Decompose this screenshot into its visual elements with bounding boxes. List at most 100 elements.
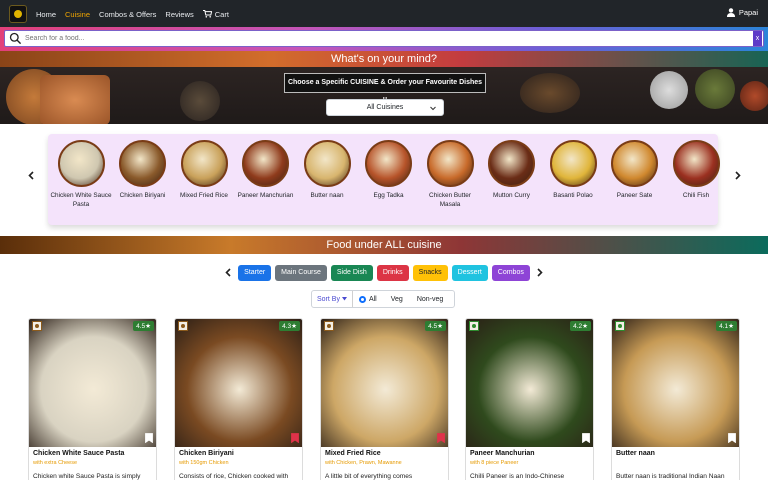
dish-item[interactable]: Paneer Sate <box>604 140 666 201</box>
cuisine-select[interactable]: All Cuisines <box>326 99 444 116</box>
card-subtitle: with 8 piece Paneer <box>470 460 519 466</box>
brand-logo[interactable] <box>9 5 27 23</box>
chevron-right-icon <box>734 170 741 180</box>
user-menu[interactable]: Papai <box>726 8 758 17</box>
hero-food-image <box>740 81 768 111</box>
nav-links: Home Cuisine Combos & Offers Reviews Car… <box>36 10 229 19</box>
chevron-down-icon <box>430 106 436 111</box>
card-description: Chicken white Sauce Pasta is simply <box>33 472 155 480</box>
food-photo <box>175 319 302 447</box>
navbar: Home Cuisine Combos & Offers Reviews Car… <box>0 0 768 28</box>
hero-section: What's on your mind? Choose a Specific C… <box>0 51 768 124</box>
card-description-text: Consists of rice, Chicken cooked with <box>179 473 289 480</box>
food-card[interactable]: 4.1★ Butter naan Butter naan is traditiona… <box>611 318 740 480</box>
category-button-drinks[interactable]: Drinks <box>376 264 409 281</box>
dish-item[interactable]: Chicken Butter Masala <box>419 140 481 210</box>
cart-label: Cart <box>214 9 229 19</box>
category-button-main-course[interactable]: Main Course <box>275 264 327 281</box>
dish-item[interactable]: Butter naan <box>296 140 358 201</box>
hero-heading: What's on your mind? <box>0 51 768 67</box>
carousel-prev-button[interactable] <box>24 168 38 182</box>
filter-nonveg-label: Non-veg <box>416 295 444 303</box>
filter-all[interactable]: All <box>358 295 377 303</box>
cart-icon <box>202 10 212 18</box>
search-icon <box>9 32 22 45</box>
category-button-starter[interactable]: Starter <box>238 264 272 281</box>
nav-cart[interactable]: Cart <box>202 9 229 19</box>
bookmark-icon[interactable] <box>728 433 736 443</box>
clear-search-button[interactable]: x <box>753 31 762 46</box>
card-description: Consists of rice, Chicken cooked with <box>179 472 301 480</box>
bookmark-icon[interactable] <box>145 433 153 443</box>
search-box: x <box>4 30 764 47</box>
card-subtitle: with 150gm Chicken <box>179 460 229 466</box>
hero-food-image <box>695 69 735 109</box>
dish-label: Butter naan <box>310 192 344 199</box>
food-photo <box>321 319 448 447</box>
category-buttons: Starter Main Course Side Dish Drinks Snacks D… <box>238 264 530 281</box>
dish-image <box>672 140 720 187</box>
filter-veg[interactable]: Veg <box>391 296 403 303</box>
card-description: Butter naan is traditional Indian Naan b… <box>616 472 738 480</box>
rating-value: 4.5 <box>136 323 146 330</box>
sort-by-label: Sort By <box>317 295 340 303</box>
veg-indicator-icon <box>615 321 625 331</box>
radio-dot <box>358 295 366 303</box>
dish-image <box>242 140 289 187</box>
chevron-left-icon <box>225 268 231 277</box>
filter-all-label: All <box>368 295 377 303</box>
category-button-side-dish[interactable]: Side Dish <box>330 264 373 281</box>
category-next-button[interactable] <box>533 265 547 281</box>
nav-home[interactable]: Home <box>36 10 56 19</box>
bookmark-icon[interactable] <box>582 433 590 443</box>
bookmark-icon[interactable] <box>437 433 445 443</box>
nav-reviews[interactable]: Reviews <box>165 10 193 19</box>
dish-item[interactable]: Chili Fish <box>665 140 727 201</box>
search-input[interactable] <box>25 35 753 42</box>
card-title: Chicken Biriyani <box>179 450 234 457</box>
dish-label: Egg Tadka <box>373 192 404 199</box>
dish-image <box>180 140 228 187</box>
food-card[interactable]: 4.5★ Mixed Fried Rice with Chicken, Prawn,… <box>320 318 449 480</box>
dish-item[interactable]: Chicken White Sauce Pasta <box>50 140 112 210</box>
filter-nonveg[interactable]: Non-veg <box>417 296 443 303</box>
dish-label: Chicken Biriyani <box>119 192 166 199</box>
dish-label: Mixed Fried Rice <box>180 192 228 199</box>
card-subtitle: with extra Cheese <box>33 460 78 466</box>
dish-item[interactable]: Paneer Manchurian <box>235 140 297 201</box>
card-title: Chicken White Sauce Pasta <box>33 450 125 457</box>
dish-label: Basanti Polao <box>553 192 593 199</box>
dish-image <box>488 140 535 187</box>
bookmark-icon[interactable] <box>291 433 299 443</box>
user-name: Papai <box>738 8 758 17</box>
hero-food-image <box>180 81 220 121</box>
rating-value: 4.3 <box>282 323 292 330</box>
food-card[interactable]: 4.3★ Chicken Biriyani with 150gm Chicken Co… <box>174 318 303 480</box>
food-photo <box>612 319 739 447</box>
hero-food-image <box>40 75 110 124</box>
sort-by-button[interactable]: Sort By <box>312 291 353 307</box>
card-description-text: Chilli Paneer is an Indo-Chinese <box>470 473 565 480</box>
food-card[interactable]: 4.5★ Chicken White Sauce Pasta with extra … <box>28 318 157 480</box>
nav-combos[interactable]: Combos & Offers <box>99 10 156 19</box>
nav-cuisine[interactable]: Cuisine <box>65 10 90 19</box>
carousel-next-button[interactable] <box>730 168 744 182</box>
rating-value: 4.2 <box>573 323 583 330</box>
category-button-snacks[interactable]: Snacks <box>412 264 448 281</box>
category-button-combos[interactable]: Combos <box>491 264 530 281</box>
cuisine-banner: Choose a Specific CUISINE & Order your F… <box>284 73 486 104</box>
dish-item[interactable]: Basanti Polao <box>542 140 604 201</box>
category-button-dessert[interactable]: Dessert <box>451 264 488 281</box>
dish-image <box>57 140 105 187</box>
food-card[interactable]: 4.2★ Paneer Manchurian with 8 piece Paneer… <box>465 318 594 480</box>
card-title: Paneer Manchurian <box>470 450 535 457</box>
dish-item[interactable]: Chicken Biriyani <box>112 140 174 201</box>
dish-item[interactable]: Mutton Curry <box>481 140 543 201</box>
category-prev-button[interactable] <box>221 265 235 281</box>
dish-carousel: Chicken White Sauce Pasta Chicken Biriyan… <box>48 134 720 225</box>
dish-item[interactable]: Egg Tadka <box>358 140 420 201</box>
rating-badge: 4.3★ <box>279 321 300 331</box>
search-bar-container: x <box>0 27 768 51</box>
hero-food-image <box>520 73 580 113</box>
dish-item[interactable]: Mixed Fried Rice <box>173 140 235 201</box>
